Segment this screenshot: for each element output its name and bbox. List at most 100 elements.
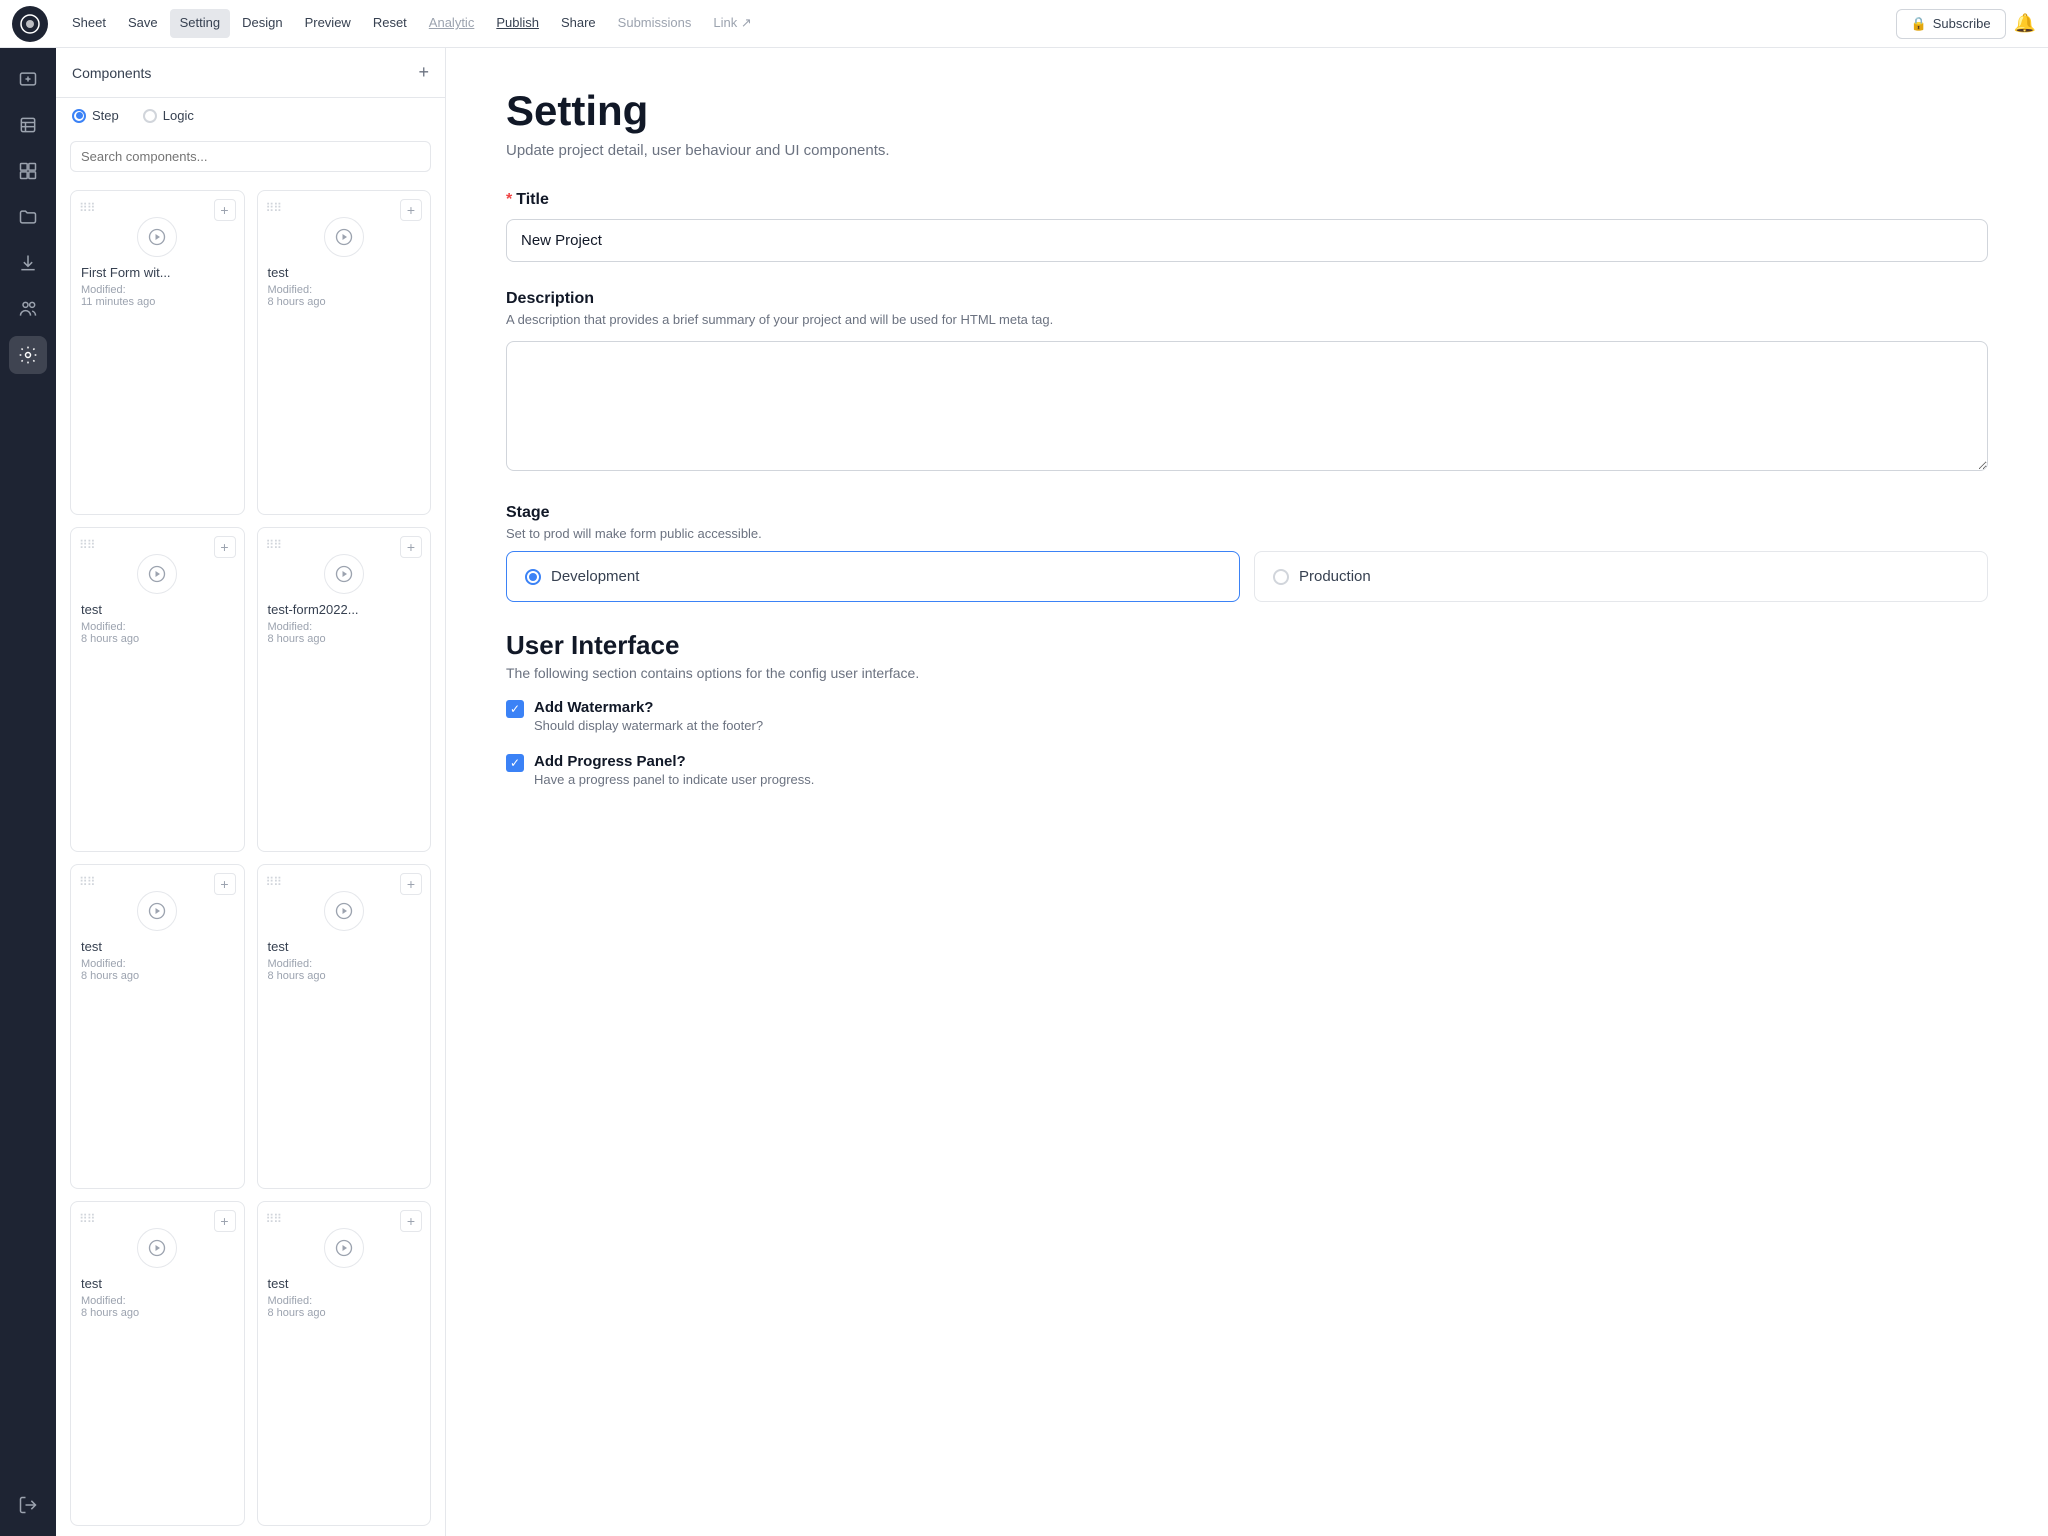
card-name: test — [81, 602, 234, 617]
page-subtitle: Update project detail, user behaviour an… — [506, 142, 1988, 159]
card-add-button[interactable]: + — [400, 199, 422, 221]
card-add-button[interactable]: + — [400, 873, 422, 895]
card-name: test — [268, 265, 421, 280]
progress-desc: Have a progress panel to indicate user p… — [534, 772, 814, 787]
watermark-checkbox[interactable]: ✓ — [506, 700, 524, 718]
components-grid: ⠿⠿ + First Form wit... Modified: 11 minu… — [56, 180, 445, 1536]
card-time: 8 hours ago — [268, 633, 421, 645]
card-play-icon — [137, 1228, 177, 1268]
component-card-c3[interactable]: ⠿⠿ + test Modified: 8 hours ago — [70, 527, 245, 852]
component-card-c2[interactable]: ⠿⠿ + test Modified: 8 hours ago — [257, 190, 432, 515]
progress-label: Add Progress Panel? — [534, 753, 814, 770]
panel-tabs: Step Logic — [56, 98, 445, 133]
user-interface-section: User Interface The following section con… — [506, 630, 1988, 787]
stage-production[interactable]: Production — [1254, 551, 1988, 602]
drag-handle-icon: ⠿⠿ — [266, 875, 282, 889]
description-label: Description — [506, 290, 1988, 308]
progress-checkbox[interactable]: ✓ — [506, 754, 524, 772]
sidebar-add-form[interactable] — [9, 60, 47, 98]
panel-add-button[interactable]: + — [418, 62, 429, 83]
card-name: First Form wit... — [81, 265, 234, 280]
nav-design[interactable]: Design — [232, 9, 292, 38]
drag-handle-icon: ⠿⠿ — [79, 538, 95, 552]
card-add-button[interactable]: + — [214, 1210, 236, 1232]
logic-radio — [143, 109, 157, 123]
main-layout: Components + Step Logic ⠿⠿ + — [0, 48, 2048, 1536]
progress-text: Add Progress Panel? Have a progress pane… — [534, 753, 814, 787]
production-label: Production — [1299, 568, 1371, 585]
drag-handle-icon: ⠿⠿ — [79, 201, 95, 215]
card-name: test-form2022... — [268, 602, 421, 617]
step-radio — [72, 109, 86, 123]
step-radio-dot — [76, 112, 83, 119]
card-add-button[interactable]: + — [400, 536, 422, 558]
component-card-c8[interactable]: ⠿⠿ + test Modified: 8 hours ago — [257, 1201, 432, 1526]
title-label: *Title — [506, 191, 1988, 209]
card-modified-label: Modified: — [268, 1295, 421, 1307]
nav-preview[interactable]: Preview — [295, 9, 361, 38]
drag-handle-icon: ⠿⠿ — [266, 201, 282, 215]
card-add-button[interactable]: + — [214, 199, 236, 221]
sidebar-download[interactable] — [9, 244, 47, 282]
stage-hint: Set to prod will make form public access… — [506, 526, 1988, 541]
production-radio — [1273, 569, 1289, 585]
nav-submissions[interactable]: Submissions — [608, 9, 702, 38]
card-play-icon — [324, 554, 364, 594]
component-card-c6[interactable]: ⠿⠿ + test Modified: 8 hours ago — [257, 864, 432, 1189]
ui-section-subtitle: The following section contains options f… — [506, 665, 1988, 681]
sidebar-settings[interactable] — [9, 336, 47, 374]
sidebar-logout[interactable] — [9, 1486, 47, 1524]
tab-step[interactable]: Step — [72, 108, 119, 123]
development-radio-dot — [529, 573, 537, 581]
stage-field-group: Stage Set to prod will make form public … — [506, 504, 1988, 602]
card-time: 8 hours ago — [81, 633, 234, 645]
watermark-desc: Should display watermark at the footer? — [534, 718, 763, 733]
sidebar-layers[interactable] — [9, 106, 47, 144]
card-add-button[interactable]: + — [214, 873, 236, 895]
notification-bell-icon[interactable]: 🔔 — [2014, 13, 2036, 34]
drag-handle-icon: ⠿⠿ — [266, 538, 282, 552]
card-name: test — [81, 939, 234, 954]
card-modified-label: Modified: — [268, 621, 421, 633]
drag-handle-icon: ⠿⠿ — [79, 1212, 95, 1226]
app-logo — [12, 6, 48, 42]
component-card-c5[interactable]: ⠿⠿ + test Modified: 8 hours ago — [70, 864, 245, 1189]
search-input[interactable] — [70, 141, 431, 172]
card-modified-label: Modified: — [268, 958, 421, 970]
card-add-button[interactable]: + — [400, 1210, 422, 1232]
subscribe-button[interactable]: 🔒 Subscribe — [1896, 9, 2006, 39]
nav-share[interactable]: Share — [551, 9, 606, 38]
card-name: test — [81, 1276, 234, 1291]
nav-analytic[interactable]: Analytic — [419, 9, 485, 38]
nav-sheet[interactable]: Sheet — [62, 9, 116, 38]
required-star: * — [506, 191, 512, 208]
card-modified-label: Modified: — [268, 284, 421, 296]
sidebar-folder[interactable] — [9, 198, 47, 236]
drag-handle-icon: ⠿⠿ — [79, 875, 95, 889]
description-textarea[interactable] — [506, 341, 1988, 471]
card-modified-label: Modified: — [81, 958, 234, 970]
component-card-c7[interactable]: ⠿⠿ + test Modified: 8 hours ago — [70, 1201, 245, 1526]
card-modified-label: Modified: — [81, 621, 234, 633]
subscribe-label: Subscribe — [1933, 16, 1991, 31]
card-add-button[interactable]: + — [214, 536, 236, 558]
card-time: 8 hours ago — [268, 296, 421, 308]
nav-reset[interactable]: Reset — [363, 9, 417, 38]
stage-development[interactable]: Development — [506, 551, 1240, 602]
nav-setting[interactable]: Setting — [170, 9, 230, 38]
step-tab-label: Step — [92, 108, 119, 123]
watermark-text: Add Watermark? Should display watermark … — [534, 699, 763, 733]
tab-logic[interactable]: Logic — [143, 108, 194, 123]
panel-header: Components + — [56, 48, 445, 98]
sidebar-components[interactable] — [9, 152, 47, 190]
top-nav: Sheet Save Setting Design Preview Reset … — [0, 0, 2048, 48]
sidebar-users[interactable] — [9, 290, 47, 328]
ui-section-title: User Interface — [506, 630, 1988, 661]
nav-publish[interactable]: Publish — [486, 9, 549, 38]
card-time: 11 minutes ago — [81, 296, 234, 308]
component-card-c1[interactable]: ⠿⠿ + First Form wit... Modified: 11 minu… — [70, 190, 245, 515]
component-card-c4[interactable]: ⠿⠿ + test-form2022... Modified: 8 hours … — [257, 527, 432, 852]
title-input[interactable] — [506, 219, 1988, 262]
nav-link[interactable]: Link ↗ — [703, 9, 761, 39]
nav-save[interactable]: Save — [118, 9, 168, 38]
